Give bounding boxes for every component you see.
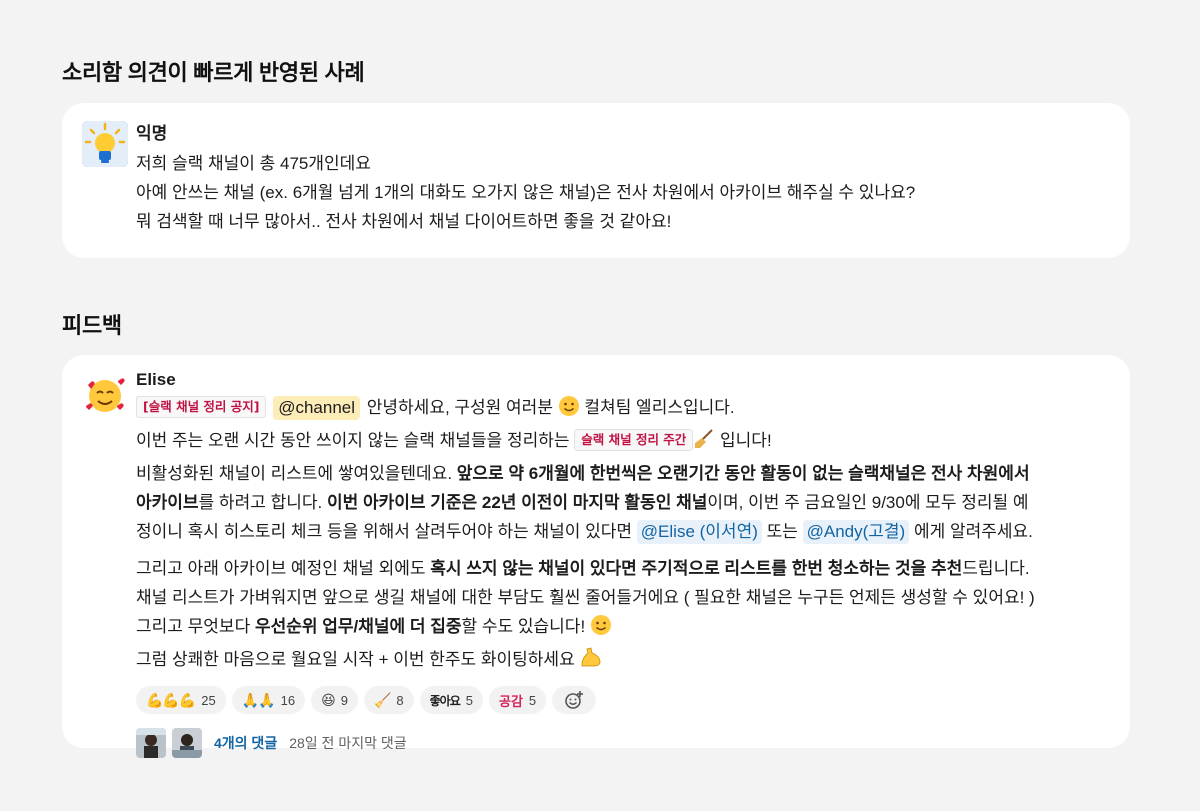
like-text-icon: 좋아요 xyxy=(429,693,461,708)
add-emoji-icon xyxy=(565,691,584,709)
line-5-text: 정이니 혹시 히스토리 체크 등을 위해서 살려두어야 하는 채널이 있다면 xyxy=(136,522,637,541)
line-6-end: 드립니다. xyxy=(962,559,1030,578)
user-mention-andy[interactable]: @Andy(고결) xyxy=(802,520,910,544)
reaction-count: 9 xyxy=(340,692,348,708)
section-title-feedback: 피드백 xyxy=(62,313,122,338)
reaction-like[interactable]: 좋아요 5 xyxy=(419,686,483,714)
author-name[interactable]: Elise xyxy=(136,369,1110,391)
reaction-folded-hands[interactable]: 🙏🙏 16 xyxy=(231,686,306,714)
section-title-case: 소리함 의견이 빠르게 반영된 사례 xyxy=(62,60,365,85)
reaction-count: 5 xyxy=(528,692,537,708)
message-line-2: 이번 주는 오랜 시간 동안 쓰이지 않는 슬랙 채널들을 정리하는 슬랙 채널… xyxy=(136,426,1110,459)
line-3-text: 비활성화된 채널이 리스트에 쌓여있을텐데요. xyxy=(136,464,457,483)
line-4-bold-c: 이번 아카이브 기준은 22년 이전이 마지막 활동인 채널 xyxy=(326,493,708,512)
reaction-broom[interactable]: 🧹 8 xyxy=(363,686,414,714)
message-line-5: 정이니 혹시 히스토리 체크 등을 위해서 살려두어야 하는 채널이 있다면 @… xyxy=(136,517,1110,546)
avatar[interactable] xyxy=(82,372,128,418)
folded-hands-icon: 🙏🙏 xyxy=(241,691,276,708)
line-8-end: 할 수도 있습니다! xyxy=(461,617,590,636)
reactions-bar: 💪💪💪 25 🙏🙏 16 😆 9 🧹 8 좋아요 5 공감 5 xyxy=(136,686,1110,714)
reaction-flexed-biceps[interactable]: 💪💪💪 25 xyxy=(136,686,226,714)
line-6-bold: 혹시 쓰지 않는 채널이 있다면 주기적으로 리스트를 한번 청소하는 것을 추… xyxy=(430,559,963,578)
author-name[interactable]: 익명 xyxy=(136,123,1110,145)
grinning-squinting-face-icon: 😆 xyxy=(321,691,336,708)
broom-icon xyxy=(693,428,715,459)
message-card-elise: Elise [슬랙 채널 정리 공지] @channel 안녕하세요, 구성원 … xyxy=(62,355,1130,758)
reaction-count: 8 xyxy=(396,692,404,708)
message-card-anonymous: 익명 저희 슬랙 채널이 총 475개인데요 아예 안쓰는 채널 (ex. 6개… xyxy=(62,103,1130,258)
message-line-3: 비활성화된 채널이 리스트에 쌓여있을텐데요. 앞으로 약 6개월에 한번씩은 … xyxy=(136,459,1110,488)
greeting-text: 안녕하세요, 구성원 여러분 xyxy=(362,398,558,417)
user-mention-elise[interactable]: @Elise (이서연) xyxy=(636,520,762,544)
line-5-end: 에게 알려주세요. xyxy=(909,522,1033,541)
message-line-6: 그리고 아래 아카이브 예정인 채널 외에도 혹시 쓰지 않는 채널이 있다면 … xyxy=(136,554,1110,583)
smiling-face-with-hearts-icon xyxy=(82,372,128,418)
message-line-9: 그럼 상쾌한 마음으로 월요일 시작 + 이번 한주도 화이팅하세요 xyxy=(136,645,1110,678)
line-2-text: 이번 주는 오랜 시간 동안 쓰이지 않는 슬랙 채널들을 정리하는 xyxy=(136,431,575,450)
message-line-8: 그리고 무엇보다 우선순위 업무/채널에 더 집중할 수도 있습니다! xyxy=(136,612,1110,645)
broom-icon: 🧹 xyxy=(373,691,391,708)
channel-mention[interactable]: @channel xyxy=(273,396,361,420)
reply-count-link[interactable]: 4개의 댓글 xyxy=(214,733,277,753)
line-4-bold-a: 아카이브 xyxy=(136,493,199,512)
line-4-text-d: 이며, 이번 주 금요일인 9/30에 모두 정리될 예 xyxy=(707,493,1029,512)
line-8-bold: 우선순위 업무/채널에 더 집중 xyxy=(254,617,462,636)
line-6-text: 그리고 아래 아카이브 예정인 채널 외에도 xyxy=(136,559,431,578)
avatar[interactable] xyxy=(82,121,128,167)
reaction-count: 5 xyxy=(465,692,473,708)
reply-avatar-2 xyxy=(172,728,202,758)
line-4-text-b: 를 하려고 합니다. xyxy=(198,493,327,512)
message-line-2: 아예 안쓰는 채널 (ex. 6개월 넘게 1개의 대화도 오가지 않은 채널)… xyxy=(136,183,916,202)
message-line-1: 저희 슬랙 채널이 총 475개인데요 xyxy=(136,154,371,173)
cleanup-week-tag: 슬랙 채널 정리 주간 xyxy=(574,429,694,451)
flexed-biceps-icon: 💪💪💪 xyxy=(146,691,196,708)
greeting-text-2: 컬쳐팀 엘리스입니다. xyxy=(579,398,735,417)
line-2-end: 입니다! xyxy=(715,431,772,450)
line-9-text: 그럼 상쾌한 마음으로 월요일 시작 + 이번 한주도 화이팅하세요 xyxy=(136,650,580,669)
message-line-4: 아카이브를 하려고 합니다. 이번 아카이브 기준은 22년 이전이 마지막 활… xyxy=(136,488,1110,517)
notice-tag: [슬랙 채널 정리 공지] xyxy=(136,396,267,418)
empathy-text-icon: 공감 xyxy=(498,693,523,709)
reply-avatar-1 xyxy=(136,728,166,758)
message-line-3: 뭐 검색할 때 너무 많아서.. 전사 차원에서 채널 다이어트하면 좋을 것 … xyxy=(136,212,672,231)
reaction-count: 25 xyxy=(201,692,216,708)
add-reaction-button[interactable] xyxy=(552,686,597,714)
last-reply-time: 28일 전 마지막 댓글 xyxy=(289,735,407,751)
thread-summary[interactable]: 4개의 댓글 28일 전 마지막 댓글 xyxy=(136,728,1110,758)
line-3-bold: 앞으로 약 6개월에 한번씩은 오랜기간 동안 활동이 없는 슬랙채널은 전사 … xyxy=(456,464,1030,483)
reaction-empathy[interactable]: 공감 5 xyxy=(488,686,547,714)
line-5-or: 또는 xyxy=(761,522,803,541)
reaction-laughing[interactable]: 😆 9 xyxy=(311,686,358,714)
line-8-text: 그리고 무엇보다 xyxy=(136,617,255,636)
slightly-smiling-face-icon xyxy=(590,614,612,645)
message-line-1: [슬랙 채널 정리 공지] @channel 안녕하세요, 구성원 여러분 컬쳐… xyxy=(136,393,1110,426)
message-line-7: 채널 리스트가 가벼워지면 앞으로 생길 채널에 대한 부담도 훨씬 줄어들거에… xyxy=(136,588,1035,607)
flexed-biceps-icon xyxy=(579,645,603,678)
reaction-count: 16 xyxy=(280,692,296,708)
lightbulb-icon xyxy=(82,121,128,167)
slightly-smiling-face-icon xyxy=(558,395,580,426)
